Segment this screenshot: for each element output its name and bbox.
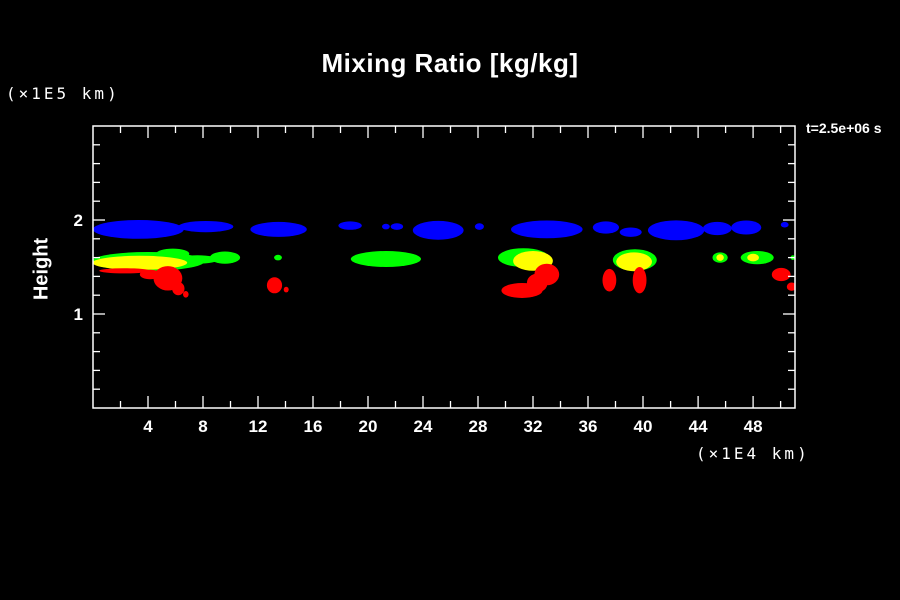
contour-level-red (99, 264, 796, 298)
svg-text:48: 48 (744, 417, 763, 436)
svg-text:8: 8 (198, 417, 207, 436)
svg-text:44: 44 (689, 417, 708, 436)
plot-window: Mixing Ratio [kg/kg] (×1E5 km) t=2.5e+06… (0, 0, 900, 600)
axis-ticks (93, 126, 795, 408)
svg-text:36: 36 (579, 417, 598, 436)
svg-text:32: 32 (524, 417, 543, 436)
contour-level-green (92, 248, 796, 271)
svg-text:2: 2 (74, 211, 83, 230)
svg-text:4: 4 (143, 417, 153, 436)
svg-text:28: 28 (469, 417, 488, 436)
svg-text:16: 16 (304, 417, 323, 436)
svg-text:40: 40 (634, 417, 653, 436)
plot-frame (93, 126, 795, 408)
svg-text:20: 20 (359, 417, 378, 436)
contour-level-blue (93, 220, 789, 240)
svg-text:24: 24 (414, 417, 433, 436)
chart-canvas: 481216202428323640444812 (0, 0, 900, 600)
axis-tick-labels: 481216202428323640444812 (74, 211, 763, 436)
svg-text:12: 12 (249, 417, 268, 436)
svg-text:1: 1 (74, 305, 83, 324)
